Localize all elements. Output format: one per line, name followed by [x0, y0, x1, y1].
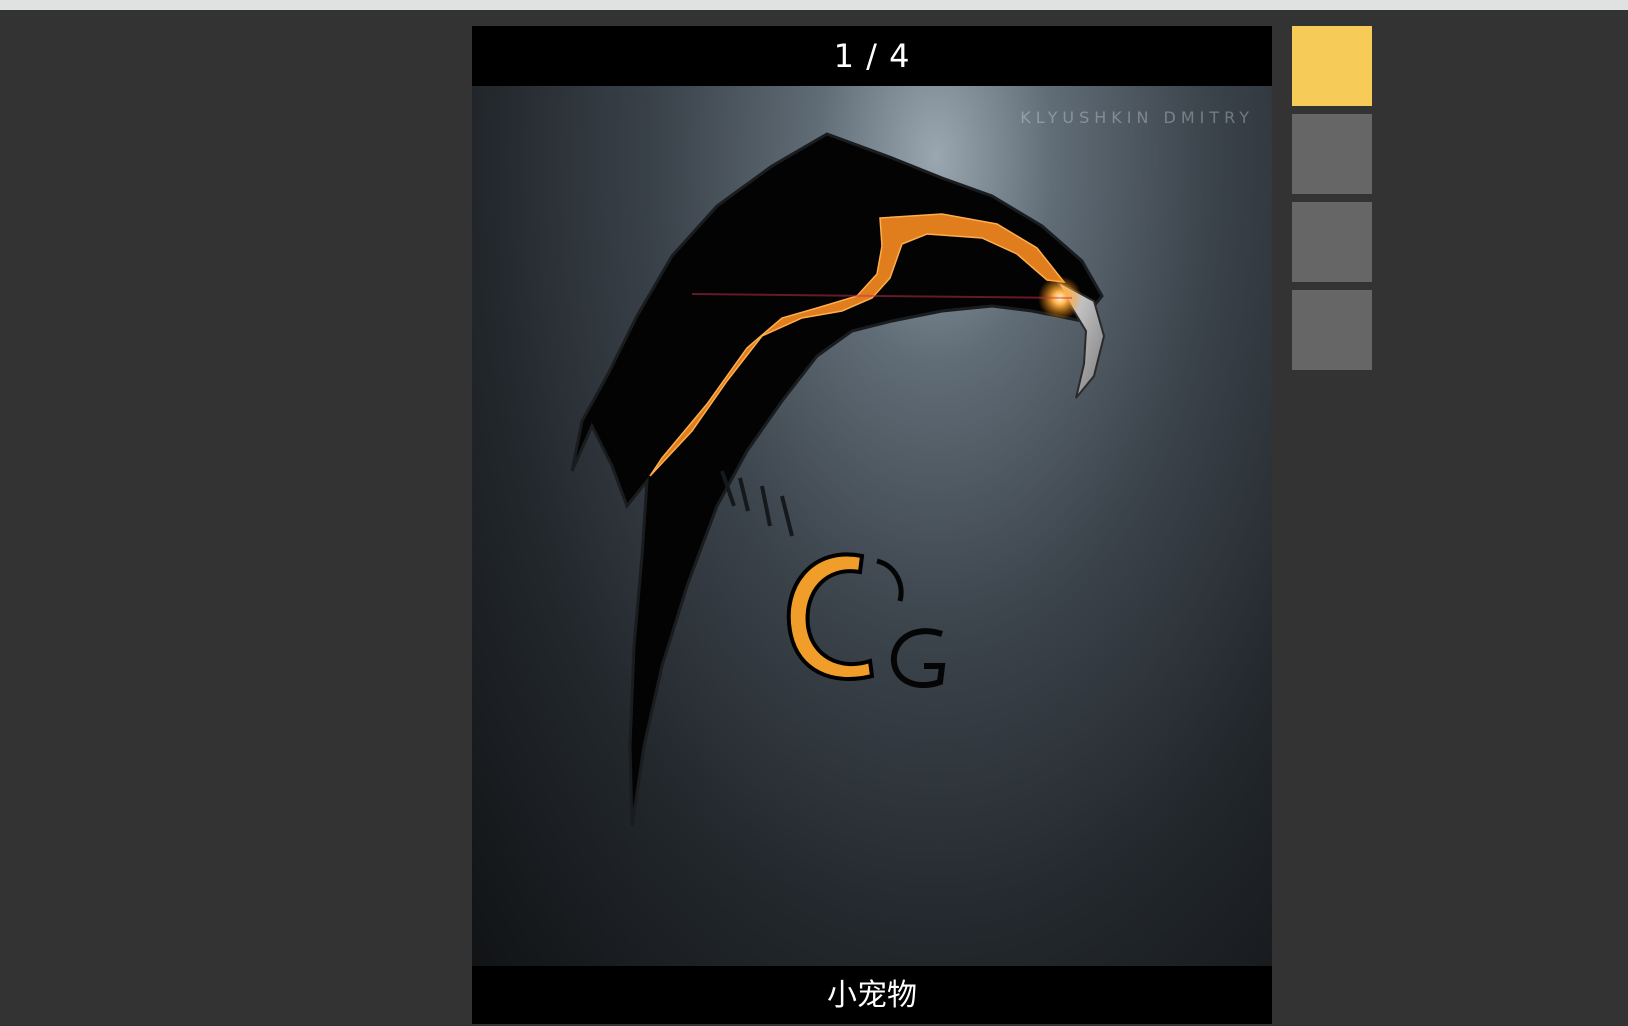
main-image[interactable]: Klyushkin Dmitry	[472, 86, 1272, 966]
image-caption: 小宠物	[472, 966, 1272, 1024]
thumbnail-4[interactable]	[1292, 290, 1372, 370]
bird-body	[570, 132, 1104, 827]
bird-logo-artwork	[570, 132, 1106, 827]
image-viewer: 1 / 4 Klyushkin Dmitry	[472, 26, 1272, 1024]
thumbnail-2[interactable]	[1292, 114, 1372, 194]
browser-top-strip	[0, 0, 1628, 10]
thumbnail-1[interactable]	[1292, 26, 1372, 106]
black-g-letter	[890, 628, 946, 689]
image-counter: 1 / 4	[472, 26, 1272, 86]
thumbnail-strip	[1292, 26, 1372, 378]
claw-marks	[720, 470, 794, 537]
thumbnail-3[interactable]	[1292, 202, 1372, 282]
orange-c-letter	[786, 552, 875, 681]
